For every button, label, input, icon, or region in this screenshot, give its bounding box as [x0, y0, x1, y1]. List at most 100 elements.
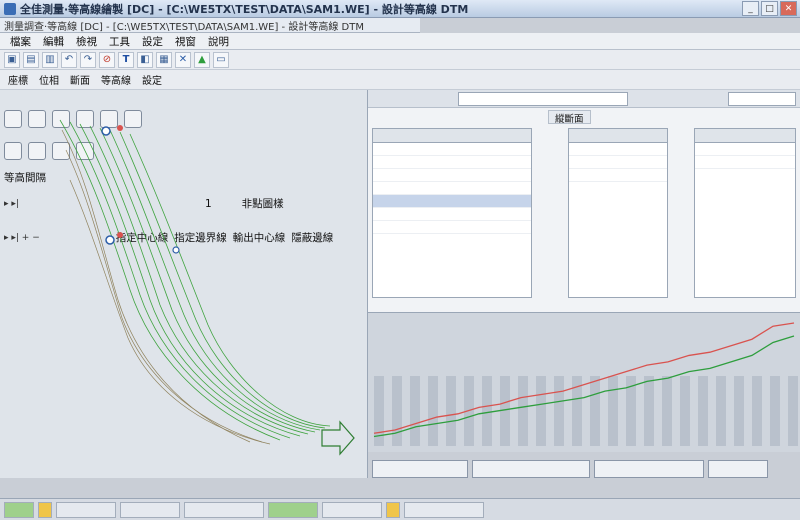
- chart-grid-band: [410, 376, 420, 446]
- table-row[interactable]: [569, 169, 667, 182]
- secondary-toolbar: 座標 位相 斷面 等高線 設定: [0, 70, 800, 90]
- print-icon[interactable]: ▥: [42, 51, 58, 68]
- menu-help[interactable]: 說明: [202, 34, 235, 49]
- monitor-icon[interactable]: ▭: [213, 51, 229, 68]
- chart-grid-band: [554, 376, 564, 446]
- action-button[interactable]: [472, 460, 590, 478]
- table-row[interactable]: [373, 221, 531, 234]
- close-icon[interactable]: ✕: [780, 1, 797, 16]
- north-arrow-icon: [321, 420, 355, 456]
- text-icon[interactable]: T: [118, 51, 134, 68]
- point-marker-icon[interactable]: [117, 232, 123, 238]
- table-row[interactable]: [373, 143, 531, 156]
- point-marker-icon[interactable]: [172, 246, 180, 254]
- contour-map[interactable]: [0, 90, 368, 478]
- column-header: [569, 129, 667, 143]
- grid-icon[interactable]: ▦: [156, 51, 172, 68]
- table-row[interactable]: [695, 143, 795, 156]
- data-table-panel: 縱斷面: [368, 90, 800, 312]
- tool-contour[interactable]: 等高線: [97, 72, 135, 87]
- chart-grid-band: [698, 376, 708, 446]
- status-indicator: [38, 501, 52, 518]
- data-column-2[interactable]: [568, 128, 668, 298]
- chart-grid-band: [500, 376, 510, 446]
- table-field-input[interactable]: [458, 92, 628, 106]
- maximize-icon[interactable]: □: [761, 1, 778, 16]
- table-row[interactable]: [373, 182, 531, 195]
- stop-icon[interactable]: ⊘: [99, 51, 115, 68]
- tool-section[interactable]: 斷面: [66, 72, 94, 87]
- triangle-icon[interactable]: ▲: [194, 51, 210, 68]
- status-indicator: [4, 501, 34, 518]
- column-header: [695, 129, 795, 143]
- table-row[interactable]: [373, 156, 531, 169]
- menu-file[interactable]: 檔案: [4, 34, 37, 49]
- tool-phase[interactable]: 位相: [35, 72, 63, 87]
- title-bar: 全佳測量·等高線繪製 [DC] - [C:\WE5TX\TEST\DATA\SA…: [0, 0, 800, 18]
- column-tabs: 縱斷面: [548, 110, 591, 126]
- table-row[interactable]: [569, 143, 667, 156]
- chart-grid-band: [788, 376, 798, 446]
- chart-grid-band: [662, 376, 672, 446]
- tab-longitudinal[interactable]: 縱斷面: [548, 110, 591, 125]
- status-cell: [120, 501, 180, 518]
- chart-grid-band: [518, 376, 528, 446]
- chart-grid-band: [734, 376, 744, 446]
- menu-tools[interactable]: 工具: [103, 34, 136, 49]
- action-button[interactable]: [372, 460, 468, 478]
- cross-icon[interactable]: ✕: [175, 51, 191, 68]
- table-row[interactable]: [373, 195, 531, 208]
- action-button[interactable]: [594, 460, 704, 478]
- chart-grid-band: [680, 376, 690, 446]
- table-row[interactable]: [373, 169, 531, 182]
- layer-icon[interactable]: ◧: [137, 51, 153, 68]
- chart-grid-band: [752, 376, 762, 446]
- menu-settings[interactable]: 設定: [136, 34, 169, 49]
- minimize-icon[interactable]: _: [742, 1, 759, 16]
- undo-icon[interactable]: ↶: [61, 51, 77, 68]
- profile-chart: [373, 322, 798, 446]
- menu-view[interactable]: 檢視: [70, 34, 103, 49]
- action-button[interactable]: [708, 460, 768, 478]
- window-controls: _ □ ✕: [742, 1, 797, 16]
- chart-grid-band: [590, 376, 600, 446]
- table-row[interactable]: [373, 208, 531, 221]
- table-row[interactable]: [695, 156, 795, 169]
- table-row[interactable]: [569, 156, 667, 169]
- app-icon: [4, 2, 16, 15]
- chart-grid-band: [644, 376, 654, 446]
- open-icon[interactable]: ▣: [4, 51, 20, 68]
- main-toolbar: ▣ ▤ ▥ ↶ ↷ ⊘ T ◧ ▦ ✕ ▲ ▭: [0, 50, 800, 70]
- data-column-1[interactable]: [372, 128, 532, 298]
- contour-canvas-panel[interactable]: 等高間隔 ▸ ▸| 1 非點圖樣 ▸ ▸| + − 指定中心線 指定邊界線 輸出…: [0, 90, 368, 478]
- status-cell: [56, 501, 116, 518]
- window-title: 全佳測量·等高線繪製 [DC] - [C:\WE5TX\TEST\DATA\SA…: [20, 2, 469, 16]
- profile-chart-panel: [368, 312, 800, 452]
- status-bar: [0, 498, 800, 520]
- table-header-bar: [368, 90, 800, 108]
- point-marker-icon[interactable]: [117, 125, 123, 131]
- tool-coordinate[interactable]: 座標: [4, 72, 32, 87]
- status-cell: [184, 501, 264, 518]
- status-cell: [322, 501, 382, 518]
- chart-grid-band: [392, 376, 402, 446]
- document-title: 測量調查·等高線 [DC] - [C:\WE5TX\TEST\DATA\SAM1…: [4, 21, 364, 33]
- save-icon[interactable]: ▤: [23, 51, 39, 68]
- chart-grid-band: [608, 376, 618, 446]
- menu-window[interactable]: 視窗: [169, 34, 202, 49]
- status-cell: [404, 501, 484, 518]
- chart-grid-band: [536, 376, 546, 446]
- point-marker-icon[interactable]: [105, 235, 115, 245]
- chart-grid-band: [446, 376, 456, 446]
- menu-bar: 檔案 編輯 檢視 工具 設定 視窗 說明: [0, 33, 800, 50]
- tool-settings[interactable]: 設定: [138, 72, 166, 87]
- menu-edit[interactable]: 編輯: [37, 34, 70, 49]
- chart-grid-band: [482, 376, 492, 446]
- redo-icon[interactable]: ↷: [80, 51, 96, 68]
- table-field-input[interactable]: [728, 92, 796, 106]
- chart-grid-band: [770, 376, 780, 446]
- data-column-3[interactable]: [694, 128, 796, 298]
- point-marker-icon[interactable]: [101, 126, 111, 136]
- status-indicator: [268, 501, 318, 518]
- status-indicator: [386, 501, 400, 518]
